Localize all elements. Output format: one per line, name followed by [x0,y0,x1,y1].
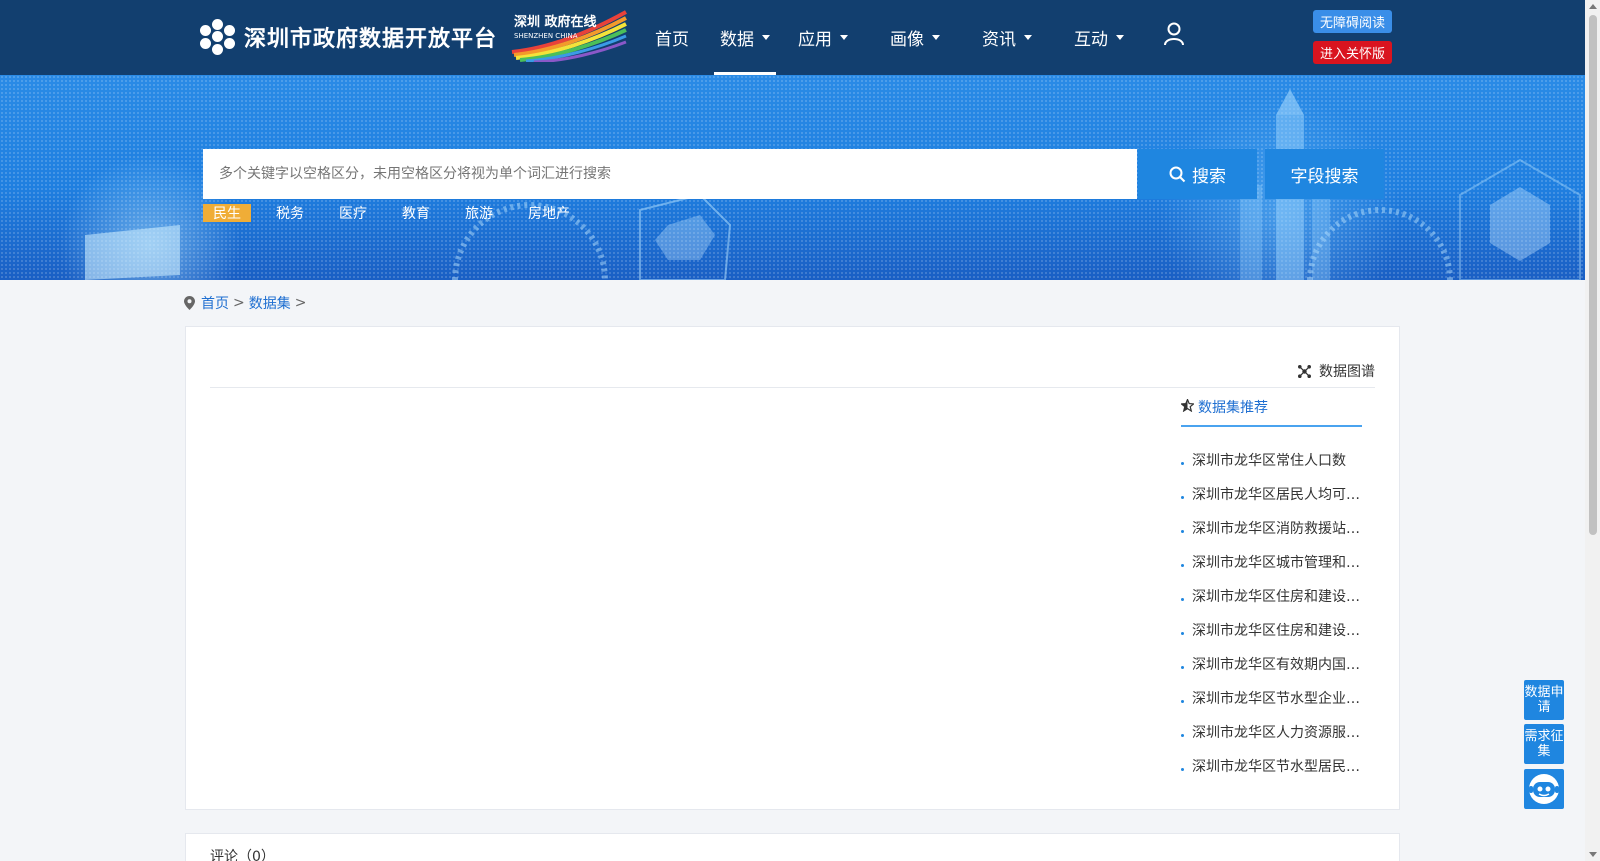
scroll-thumb[interactable] [1589,15,1597,535]
shenzhen-online-logo-icon[interactable]: 深圳 政府在线 SHENZHEN CHINA [510,10,628,62]
top-header: 深圳市政府数据开放平台 深圳 政府在线 SHENZHEN CHINA 首页 数据… [0,0,1585,75]
breadcrumb-separator: > [233,295,245,311]
breadcrumb: 首页 > 数据集 > [184,293,310,313]
chevron-down-icon [1116,35,1124,40]
partner-logo-sub: SHENZHEN CHINA [514,32,578,40]
recommend-item[interactable]: 深圳市龙华区住房和建设局信息 [1181,579,1362,613]
comments-title: 评论（0） [210,849,275,861]
recommend-item[interactable]: 深圳市龙华区节水型居民小区 [1181,749,1362,783]
nav-news[interactable]: 资讯 [982,0,1032,75]
chevron-down-icon [932,35,940,40]
breadcrumb-dataset[interactable]: 数据集 [249,293,291,313]
recommend-item[interactable]: 深圳市龙华区居民人均可支配收入 [1181,477,1362,511]
search-icon [1169,166,1186,182]
platform-logo-icon [200,19,236,55]
card-divider [210,387,1375,388]
demand-collect-button[interactable]: 需求征集 [1524,724,1564,764]
recommend-item[interactable]: 深圳市龙华区城市管理和综合执法局 [1181,545,1362,579]
nav-apps[interactable]: 应用 [798,0,848,75]
user-icon[interactable] [1163,22,1185,46]
scroll-up-icon[interactable] [1589,4,1597,9]
nav-interact[interactable]: 互动 [1074,0,1124,75]
graph-icon [1298,364,1311,378]
chat-robot-button[interactable] [1524,769,1564,809]
recommend-title: 数据集推荐 [1198,400,1268,416]
partner-logo-text: 深圳 政府在线 [514,14,597,30]
search-input[interactable] [203,149,1137,199]
comments-section: 评论（0） [185,833,1400,861]
recommend-item[interactable]: 深圳市龙华区节水型企业名单 [1181,681,1362,715]
recommend-item[interactable]: 深圳市龙华区常住人口数 [1181,443,1362,477]
data-graph-link[interactable]: 数据图谱 [1298,361,1375,381]
nav-home[interactable]: 首页 [655,0,689,75]
hot-tag-medical[interactable]: 医疗 [339,204,367,222]
site-logo[interactable]: 深圳市政府数据开放平台 [200,17,497,57]
recommend-item[interactable]: 深圳市龙华区有效期内国家高新技术企业 [1181,647,1362,681]
chevron-down-icon [840,35,848,40]
hot-tag-tax[interactable]: 税务 [276,204,304,222]
accessibility-button[interactable]: 无障碍阅读 [1313,10,1392,33]
dataset-detail-card: 数据图谱 数据集推荐 深圳市龙华区常住人口数 深圳市龙华区居民人均可支配收入 深… [185,326,1400,810]
search-banner: 搜索 字段搜索 民生 税务 医疗 教育 旅游 房地产 [0,75,1585,280]
recommend-list: 深圳市龙华区常住人口数 深圳市龙华区居民人均可支配收入 深圳市龙华区消防救援站信… [1181,443,1362,783]
scroll-down-icon[interactable] [1589,852,1597,857]
site-title: 深圳市政府数据开放平台 [244,27,498,52]
care-mode-button[interactable]: 进入关怀版 [1313,41,1392,64]
hot-tag-tourism[interactable]: 旅游 [465,204,493,222]
star-icon [1181,399,1194,412]
recommend-item[interactable]: 深圳市龙华区住房和建设局数据 [1181,613,1362,647]
field-search-button[interactable]: 字段搜索 [1265,149,1384,199]
chevron-down-icon [1024,35,1032,40]
data-apply-button[interactable]: 数据申请 [1524,680,1564,720]
chevron-down-icon [762,35,770,40]
hot-tag-real-estate[interactable]: 房地产 [528,204,570,222]
search-button[interactable]: 搜索 [1138,149,1257,199]
location-pin-icon [184,296,195,310]
hot-tag-education[interactable]: 教育 [402,204,430,222]
recommend-item[interactable]: 深圳市龙华区消防救援站信息 [1181,511,1362,545]
page-scrollbar[interactable] [1585,0,1600,861]
recommend-item[interactable]: 深圳市龙华区人力资源服务机构 [1181,715,1362,749]
nav-portrait[interactable]: 画像 [890,0,940,75]
hot-tag-livelihood[interactable]: 民生 [203,204,251,222]
breadcrumb-separator: > [294,295,307,311]
nav-data[interactable]: 数据 [714,0,776,75]
recommend-header: 数据集推荐 [1181,397,1362,427]
robot-icon [1529,774,1559,804]
breadcrumb-home[interactable]: 首页 [201,293,229,313]
